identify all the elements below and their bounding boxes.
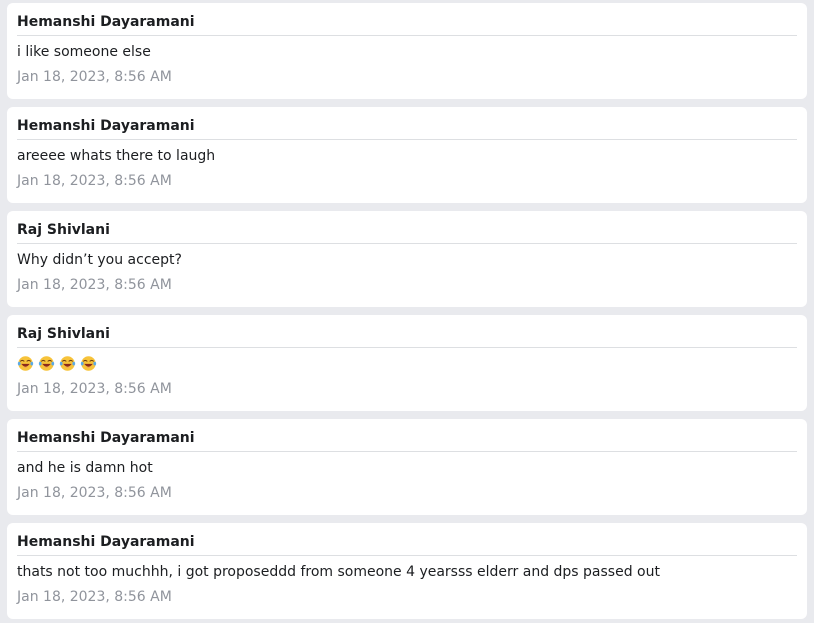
- laughing-tears-emoji-icon: [59, 356, 76, 371]
- laughing-tears-emoji-icon: [38, 356, 55, 371]
- message-card: Hemanshi Dayaramani and he is damn hot J…: [7, 419, 807, 515]
- message-card: Raj Shivlani Jan 18, 2023, 8:56 AM: [7, 315, 807, 411]
- message-text: Why didn’t you accept?: [17, 252, 182, 268]
- emoji-row: [17, 355, 97, 372]
- message-timestamp: Jan 18, 2023, 8:56 AM: [17, 589, 172, 605]
- sender-name: Raj Shivlani: [17, 222, 110, 238]
- laughing-tears-emoji-icon: [80, 356, 97, 371]
- sender-name: Hemanshi Dayaramani: [17, 430, 195, 446]
- divider: [17, 35, 797, 36]
- sender-name: Hemanshi Dayaramani: [17, 118, 195, 134]
- message-timestamp: Jan 18, 2023, 8:56 AM: [17, 69, 172, 85]
- message-timestamp: Jan 18, 2023, 8:56 AM: [17, 173, 172, 189]
- message-card: Hemanshi Dayaramani areeee whats there t…: [7, 107, 807, 203]
- message-list: Hemanshi Dayaramani i like someone else …: [0, 0, 814, 623]
- message-timestamp: Jan 18, 2023, 8:56 AM: [17, 277, 172, 293]
- divider: [17, 243, 797, 244]
- message-card: Hemanshi Dayaramani i like someone else …: [7, 3, 807, 99]
- sender-name: Raj Shivlani: [17, 326, 110, 342]
- message-text: areeee whats there to laugh: [17, 148, 216, 164]
- message-text: and he is damn hot: [17, 460, 153, 476]
- divider: [17, 555, 797, 556]
- message-timestamp: Jan 18, 2023, 8:56 AM: [17, 381, 172, 397]
- message-timestamp: Jan 18, 2023, 8:56 AM: [17, 485, 172, 501]
- laughing-tears-emoji-icon: [17, 356, 34, 371]
- message-text: i like someone else: [17, 44, 151, 60]
- divider: [17, 347, 797, 348]
- sender-name: Hemanshi Dayaramani: [17, 534, 195, 550]
- divider: [17, 451, 797, 452]
- message-text: thats not too muchhh, i got proposeddd f…: [17, 564, 660, 580]
- divider: [17, 139, 797, 140]
- message-card: Raj Shivlani Why didn’t you accept? Jan …: [7, 211, 807, 307]
- message-card: Hemanshi Dayaramani thats not too muchhh…: [7, 523, 807, 619]
- sender-name: Hemanshi Dayaramani: [17, 14, 195, 30]
